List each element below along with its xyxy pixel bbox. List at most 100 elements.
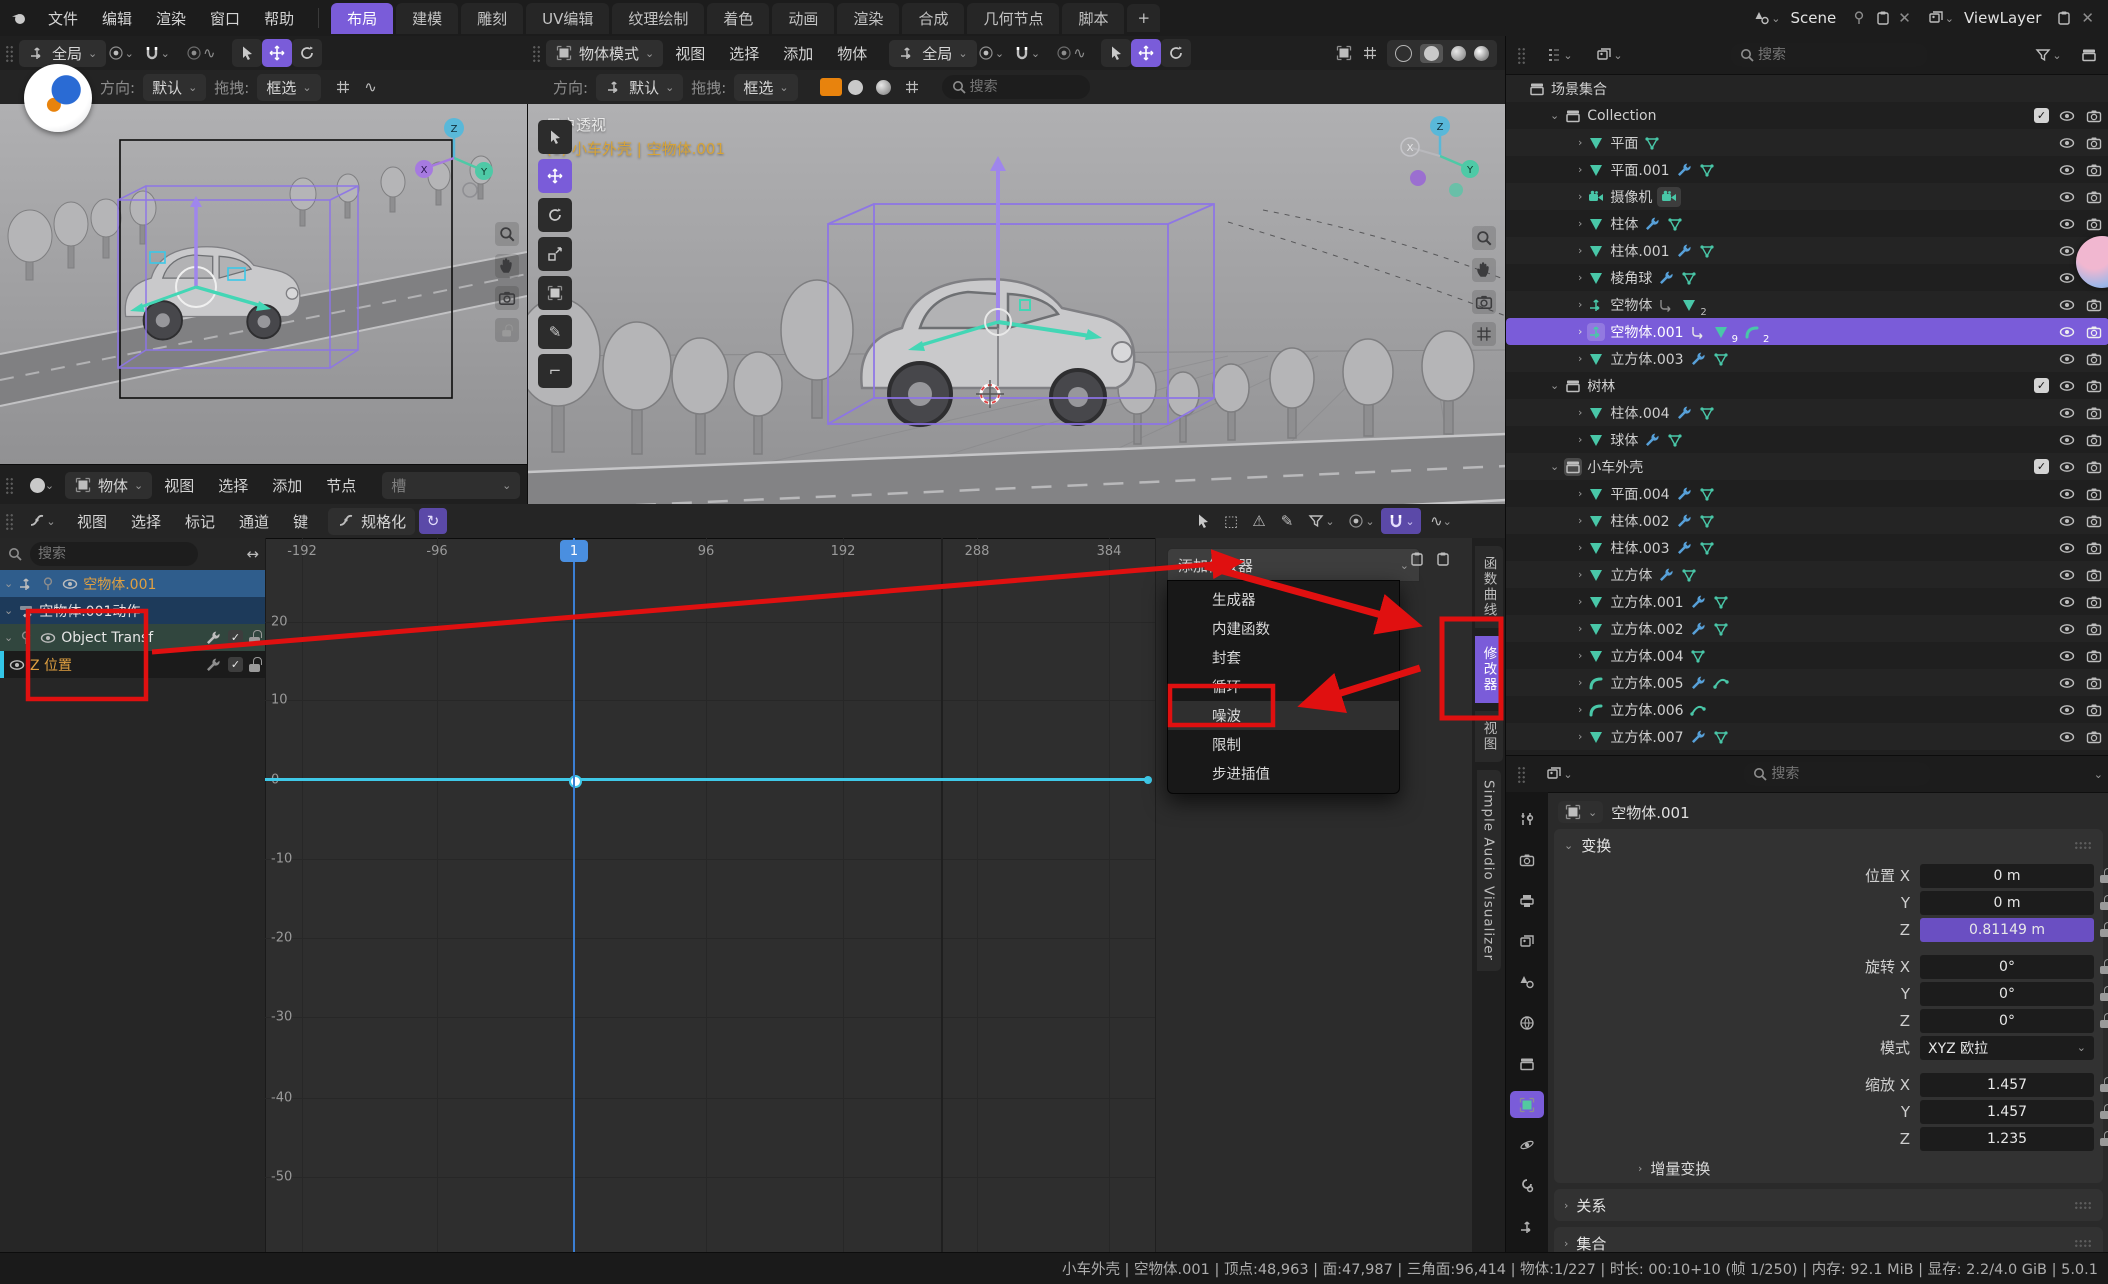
outliner-search-input[interactable] <box>1730 43 1928 67</box>
eye-icon[interactable] <box>2058 134 2076 152</box>
channel-name[interactable]: 空物体.001 <box>83 574 156 594</box>
expand-icon[interactable]: › <box>1578 595 1582 608</box>
workspace-tab-uv[interactable]: UV编辑 <box>526 3 609 34</box>
outliner-row-scene-collection[interactable]: 场景集合 <box>1506 75 2108 102</box>
eye-icon[interactable] <box>2058 323 2076 341</box>
lock-icon[interactable] <box>2100 922 2108 937</box>
ge-warning-icon[interactable]: ⚠ <box>1245 508 1273 534</box>
modifier-wrench-icon[interactable] <box>204 656 222 674</box>
lock-icon[interactable] <box>2100 986 2108 1001</box>
ge-view-menu[interactable]: 视图 <box>65 507 119 536</box>
playhead-line[interactable] <box>573 538 575 1252</box>
camera-visibility-icon[interactable] <box>2085 350 2103 368</box>
menu-item-envelope[interactable]: 封套 <box>1168 643 1399 672</box>
delta-transform-subpanel[interactable]: ›增量变换 <box>1554 1153 2103 1183</box>
pivot-point-button[interactable]: ⌄ <box>106 40 134 66</box>
editor-type-button[interactable]: ⌄ <box>19 508 65 534</box>
channel-object[interactable]: ⌄ 空物体.001 <box>0 570 265 597</box>
lock-view-icon[interactable] <box>495 318 519 342</box>
normalize-toggle[interactable]: 规格化 <box>328 508 415 535</box>
lock-icon[interactable] <box>2100 1013 2108 1028</box>
new-collection-button[interactable] <box>2075 42 2103 68</box>
expand-icon[interactable]: › <box>1578 406 1582 419</box>
eye-icon[interactable] <box>2058 701 2076 719</box>
channel-search-input[interactable] <box>30 542 198 566</box>
expand-icon[interactable]: › <box>1578 433 1582 446</box>
camera-visibility-icon[interactable] <box>2085 215 2103 233</box>
camera-visibility-icon[interactable] <box>2085 134 2103 152</box>
menu-window[interactable]: 窗口 <box>198 4 252 33</box>
select-box-tool[interactable] <box>538 120 572 154</box>
camera-visibility-icon[interactable] <box>2085 377 2103 395</box>
view-menu[interactable]: 视图 <box>663 39 717 68</box>
expand-icon[interactable]: › <box>1578 514 1582 527</box>
material-color-swatch[interactable] <box>820 78 842 96</box>
channel-z-location[interactable]: Z 位置 ✓ <box>0 651 265 678</box>
filter-button[interactable]: ⌄ <box>2027 42 2069 68</box>
options-chevron-icon[interactable]: ⌄ <box>2094 768 2103 781</box>
shading-material-button[interactable] <box>1451 46 1466 61</box>
tab-simple-audio-visualizer[interactable]: Simple Audio Visualizer <box>1477 770 1501 971</box>
breadcrumb-object-name[interactable]: 空物体.001 <box>1611 802 1689 823</box>
drag-select[interactable]: 框选⌄ <box>734 74 797 101</box>
outliner-row-icosphere[interactable]: › 棱角球 <box>1506 264 2108 291</box>
ge-ghost-toggle[interactable]: ⬚ <box>1217 508 1245 534</box>
tab-collection[interactable] <box>1510 1050 1544 1077</box>
outliner-row-plane[interactable]: › 平面 <box>1506 129 2108 156</box>
view-menu[interactable]: 视图 <box>152 471 206 500</box>
expand-icon[interactable]: › <box>1578 298 1582 311</box>
zoom-icon[interactable] <box>1472 226 1496 250</box>
expand-icon[interactable]: › <box>1578 649 1582 662</box>
panel-grip[interactable] <box>2075 841 2092 850</box>
proportional-edit-button[interactable]: ∿ <box>1049 40 1093 66</box>
eye-icon[interactable] <box>2058 431 2076 449</box>
camera-view-icon[interactable] <box>495 286 519 310</box>
pan-hand-icon[interactable] <box>1472 258 1496 282</box>
transform-panel-header[interactable]: ⌄ 变换 <box>1554 829 2103 861</box>
move-tool[interactable] <box>538 159 572 193</box>
viewport-3d-small[interactable]: Z Y X <box>0 104 527 464</box>
camera-visibility-icon[interactable] <box>2085 728 2103 746</box>
eye-icon[interactable] <box>2058 647 2076 665</box>
eye-icon[interactable] <box>2058 728 2076 746</box>
slot-select[interactable]: 槽⌄ <box>382 472 520 499</box>
scene-icon[interactable] <box>1753 9 1771 27</box>
drag-handle[interactable] <box>1517 47 1526 64</box>
ge-marker-menu[interactable]: 标记 <box>173 507 227 536</box>
ge-pivot-button[interactable]: ⌄ <box>1341 508 1381 534</box>
expand-icon[interactable]: ↔ <box>246 545 259 563</box>
tool-options-button[interactable] <box>329 74 357 100</box>
keyframe-point[interactable] <box>1144 776 1152 784</box>
menu-item-stepped[interactable]: 步进插值 <box>1168 759 1399 788</box>
tool-search[interactable] <box>942 75 1090 99</box>
eye-icon[interactable] <box>2058 512 2076 530</box>
outliner-row-cube005[interactable]: › 立方体.005 <box>1506 669 2108 696</box>
camera-visibility-icon[interactable] <box>2085 188 2103 206</box>
workspace-tab-animation[interactable]: 动画 <box>772 3 834 34</box>
eye-icon[interactable] <box>2058 485 2076 503</box>
object-menu[interactable]: 物体 <box>825 39 879 68</box>
rotate-tool-button[interactable] <box>292 39 322 67</box>
expand-icon[interactable]: › <box>1578 622 1582 635</box>
drag-handle[interactable] <box>532 45 541 62</box>
pan-hand-icon[interactable] <box>495 254 519 278</box>
shading-rendered-button[interactable] <box>1474 46 1489 61</box>
editor-type-button[interactable]: ⌄ <box>1537 761 1581 787</box>
add-workspace-button[interactable]: + <box>1127 4 1160 32</box>
unlock-icon[interactable] <box>249 630 261 645</box>
copy-scene-icon[interactable] <box>1874 9 1892 27</box>
tab-scene[interactable] <box>1510 969 1544 996</box>
lock-icon[interactable] <box>2100 895 2108 910</box>
workspace-tab-layout[interactable]: 布局 <box>331 3 393 34</box>
ge-proportional-button[interactable]: ∿⌄ <box>1421 508 1461 534</box>
matcap-button[interactable] <box>870 74 898 100</box>
editor-type-button[interactable]: ⌄ <box>19 472 65 498</box>
transform-tool[interactable] <box>538 276 572 310</box>
lock-icon[interactable] <box>2100 1077 2108 1092</box>
channel-group[interactable]: ⌄ Object Transf ✓ <box>0 624 265 651</box>
ge-channel-menu[interactable]: 通道 <box>227 507 281 536</box>
unlock-icon[interactable] <box>249 657 261 672</box>
orbit-tool-button[interactable] <box>1161 39 1191 67</box>
pin-icon[interactable] <box>17 629 35 647</box>
outliner-row-empty[interactable]: › 空物体 2 <box>1506 291 2108 318</box>
